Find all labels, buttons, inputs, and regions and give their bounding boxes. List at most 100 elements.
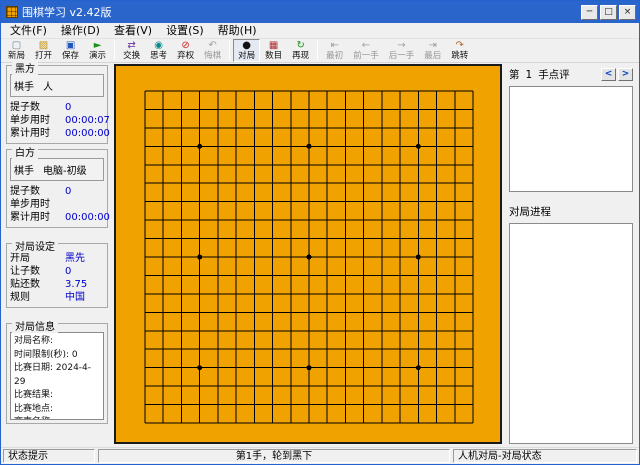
black-player-group: 黑方 棋手 人 提子数 0 单步用时 00:00:07 累计用时 00:00:0…	[6, 60, 110, 144]
komi-row: 贴还数 3.75	[10, 278, 104, 291]
toolbar-button-play[interactable]: ● 对局	[233, 39, 261, 62]
menu-operate[interactable]: 操作(D)	[54, 23, 107, 38]
stat-label: 贴还数	[10, 279, 40, 290]
app-icon	[6, 6, 18, 18]
info-line-time-limit: 时间限制(秒): 0	[14, 349, 78, 360]
comment-header: 第 1 手点评 < >	[509, 67, 633, 82]
toolbar-button-label: 对局	[238, 51, 256, 61]
progress-list[interactable]	[509, 223, 633, 444]
menu-file[interactable]: 文件(F)	[3, 23, 54, 38]
next-comment-button[interactable]: >	[618, 68, 633, 81]
toolbar-button-replay[interactable]: ↻ 再现	[287, 39, 314, 62]
status-turn-text: 第1手，轮到黑下	[98, 449, 450, 463]
toolbar-button-label: 悔棋	[204, 51, 222, 61]
comment-box[interactable]	[509, 86, 633, 192]
go-board[interactable]	[114, 64, 502, 444]
toolbar-button-label: 弃权	[177, 51, 195, 61]
progress-title: 对局进程	[509, 206, 551, 218]
toolbar-button-open[interactable]: ▨ 打开	[30, 39, 57, 62]
toolbar-button-count[interactable]: ▦ 数目	[260, 39, 287, 62]
toolbar-button-save[interactable]: ▣ 保存	[57, 39, 84, 62]
star-point	[197, 365, 203, 371]
info-line-event: 赛事名称:	[14, 416, 100, 419]
star-point	[197, 254, 203, 260]
star-point	[197, 143, 203, 149]
menu-help[interactable]: 帮助(H)	[211, 23, 264, 38]
menu-view[interactable]: 查看(V)	[107, 23, 159, 38]
opening-value: 黑先	[65, 253, 85, 264]
first-icon: ⇤	[330, 40, 339, 51]
toolbar-button-last: ⇥ 最后	[419, 39, 446, 62]
toolbar-button-label: 保存	[62, 51, 80, 61]
black-captures-row: 提子数 0	[10, 101, 104, 114]
save-icon: ▣	[65, 40, 76, 51]
toolbar-button-demo[interactable]: ► 演示	[84, 39, 111, 62]
opening-row: 开局 黑先	[10, 252, 104, 265]
stat-label: 提子数	[10, 102, 40, 113]
handicap-row: 让子数 0	[10, 265, 104, 278]
toolbar-separator	[229, 41, 231, 60]
stat-label: 单步用时	[10, 199, 50, 210]
black-player-box: 棋手 人	[10, 74, 104, 97]
count-icon: ▦	[268, 40, 279, 51]
star-point	[306, 365, 312, 371]
toolbar-button-first: ⇤ 最初	[321, 39, 348, 62]
white-step-time-row: 单步用时	[10, 198, 104, 211]
game-info-box: 对局名称: 时间限制(秒): 0 比赛日期: 2024-4-29 比赛结果: 比…	[10, 332, 104, 420]
toolbar-button-undo: ↶ 悔棋	[199, 39, 226, 62]
white-total-time-value: 00:00:00	[65, 212, 110, 223]
star-point	[306, 143, 312, 149]
info-line-place: 比赛地点:	[14, 403, 54, 414]
toolbar-button-label: 数目	[265, 51, 283, 61]
white-player-box: 棋手 电脑-初级	[10, 158, 104, 181]
toolbar-button-pass[interactable]: ⊘ 弃权	[172, 39, 199, 62]
toolbar-button-next: → 后一手	[384, 39, 420, 62]
black-step-time-row: 单步用时 00:00:07	[10, 114, 110, 127]
toolbar-button-label: 最初	[326, 51, 344, 61]
window-controls: ─ □ ×	[581, 4, 636, 20]
stat-label: 规则	[10, 292, 30, 303]
toolbar: ▢ 新局 ▨ 打开 ▣ 保存 ► 演示 ⇄ 交换 ◉ 思考 ⊘ 弃权 ↶ 悔棋 ● 对局 ▦ 数目 ↻ 再现 ⇤ 最初 ← 前一手…	[1, 39, 639, 63]
komi-value: 3.75	[65, 279, 88, 290]
stat-label: 累计用时	[10, 128, 50, 139]
toolbar-button-label: 交换	[123, 51, 141, 61]
think-icon: ◉	[154, 40, 163, 51]
next-icon: →	[397, 40, 406, 51]
jump-icon: ↷	[455, 40, 464, 51]
board-grid	[144, 90, 474, 424]
new-game-icon: ▢	[11, 40, 22, 51]
app-window: 围棋学习 v2.42版 ─ □ × 文件(F) 操作(D) 查看(V) 设置(S…	[0, 0, 640, 465]
toolbar-button-prev: ← 前一手	[348, 39, 384, 62]
menubar: 文件(F) 操作(D) 查看(V) 设置(S) 帮助(H)	[1, 23, 639, 39]
close-button[interactable]: ×	[619, 4, 636, 20]
last-icon: ⇥	[428, 40, 437, 51]
toolbar-button-jump[interactable]: ↷ 跳转	[446, 39, 473, 62]
window-title: 围棋学习 v2.42版	[22, 6, 112, 19]
toolbar-button-think[interactable]: ◉ 思考	[145, 39, 172, 62]
comment-header-prefix: 第	[509, 69, 520, 81]
comment-nav: < >	[601, 68, 633, 81]
menu-settings[interactable]: 设置(S)	[159, 23, 211, 38]
status-mode-text: 人机对局-对局状态	[453, 449, 637, 463]
toolbar-button-label: 演示	[89, 51, 107, 61]
toolbar-button-label: 思考	[150, 51, 168, 61]
game-info-group: 对局信息 对局名称: 时间限制(秒): 0 比赛日期: 2024-4-29 比赛…	[6, 318, 108, 424]
black-player-name: 人	[43, 82, 53, 93]
open-icon: ▨	[38, 40, 49, 51]
stat-label: 累计用时	[10, 212, 50, 223]
prev-comment-button[interactable]: <	[601, 68, 616, 81]
info-line-result: 比赛结果:	[14, 390, 54, 400]
maximize-button[interactable]: □	[600, 4, 617, 20]
toolbar-button-swap[interactable]: ⇄ 交换	[118, 39, 145, 62]
main-area: 黑方 棋手 人 提子数 0 单步用时 00:00:07 累计用时 00:00:0…	[1, 60, 639, 447]
left-panel: 黑方 棋手 人 提子数 0 单步用时 00:00:07 累计用时 00:00:0…	[1, 60, 111, 447]
toolbar-separator	[317, 41, 319, 60]
player-label: 棋手	[14, 82, 34, 93]
white-player-group: 白方 棋手 电脑-初级 提子数 0 单步用时 累计用时 00:00:00	[6, 144, 110, 228]
toolbar-button-new-game[interactable]: ▢ 新局	[3, 39, 30, 62]
minimize-button[interactable]: ─	[581, 4, 598, 20]
toolbar-button-label: 后一手	[388, 51, 415, 61]
white-captures-row: 提子数 0	[10, 185, 104, 198]
handicap-value: 0	[65, 266, 72, 277]
white-total-time-row: 累计用时 00:00:00	[10, 211, 110, 224]
